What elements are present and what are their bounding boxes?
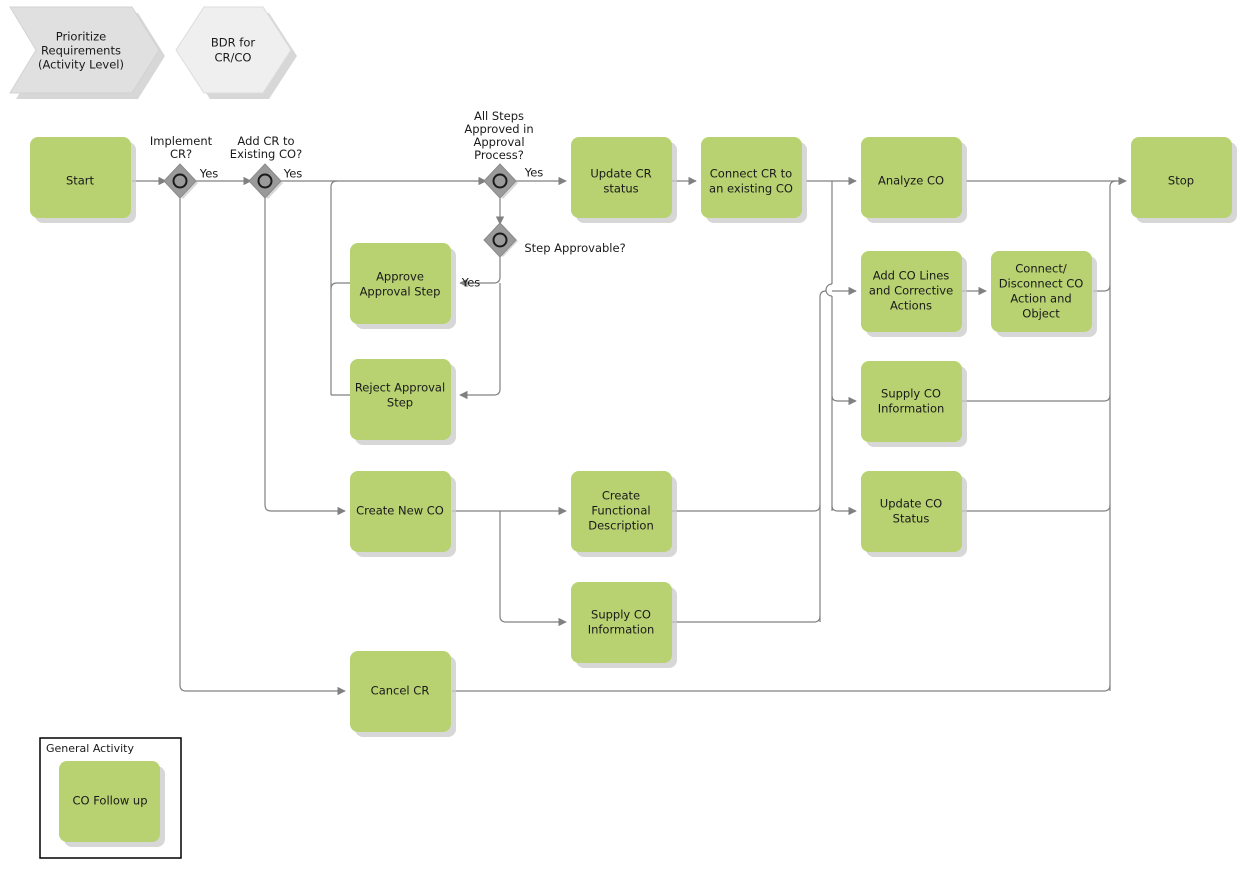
node-prioritize-requirements[interactable]: Prioritize Requirements (Activity Level) xyxy=(9,6,165,99)
gateway-implement-cr-line-1: CR? xyxy=(170,147,192,161)
node-reject-approval-step[interactable]: Reject Approval Step xyxy=(350,359,456,445)
gateway-add-cr-line-1: Existing CO? xyxy=(230,147,302,161)
flowchart-canvas: Prioritize Requirements (Activity Level)… xyxy=(0,0,1240,870)
edge-label-implement-cr-yes: Yes xyxy=(199,167,219,181)
gateway-implement-cr-line-0: Implement xyxy=(150,134,213,148)
node-update-cr-status[interactable]: Update CR status xyxy=(571,137,677,223)
node-create-new-co[interactable]: Create New CO xyxy=(350,471,456,557)
edge-approval-loopback-vertical xyxy=(330,180,338,395)
edge-distributor-to-update-co-status xyxy=(831,505,857,516)
edge-cancel-cr-to-right-collector xyxy=(452,684,1111,692)
node-update-co-status[interactable]: Update CO Status xyxy=(861,471,967,557)
gateway-all-steps-approved-line-3: Process? xyxy=(474,148,524,162)
legend: General Activity CO Follow up xyxy=(39,737,182,859)
node-stop[interactable]: Stop xyxy=(1131,137,1237,223)
gateway-step-approvable[interactable]: Step Approvable? xyxy=(483,222,626,258)
edge-step-approvable-no-to-reject xyxy=(459,283,501,400)
gateway-all-steps-approved-line-1: Approved in xyxy=(464,122,533,136)
edge-implement-cr-no-to-cancel-cr xyxy=(179,197,346,696)
edge-create-functional-desc-to-mid-collector xyxy=(671,504,821,512)
gateway-step-approvable-label: Step Approvable? xyxy=(524,241,625,255)
node-supply-co-information-mid[interactable]: Supply CO Information xyxy=(571,582,677,668)
edge-label-step-approvable-yes: Yes xyxy=(461,276,481,290)
edge-create-new-co-split-vertical xyxy=(499,511,567,627)
node-create-functional-description[interactable]: Create Functional Description xyxy=(571,471,677,557)
edge-update-co-status-to-collector xyxy=(961,504,1111,512)
node-start[interactable]: Start xyxy=(30,137,136,223)
edge-label-add-cr-yes: Yes xyxy=(283,167,303,181)
gateway-all-steps-approved[interactable]: All Steps Approved in Approval Process? xyxy=(464,109,534,199)
edge-right-collector-vertical xyxy=(1109,180,1117,691)
legend-caption: General Activity xyxy=(46,742,134,755)
edge-approve-to-loopback xyxy=(330,282,350,290)
node-connect-cr-to-existing-co[interactable]: Connect CR to an existing CO xyxy=(701,137,807,223)
edge-distributor-to-supply-co-info-right xyxy=(831,395,857,406)
edge-line-jump-arc xyxy=(825,283,833,297)
edge-label-all-steps-yes: Yes xyxy=(524,166,544,180)
node-approve-approval-step[interactable]: Approve Approval Step xyxy=(350,243,456,329)
edge-mid-collector-vertical xyxy=(819,290,827,622)
predecessor-shapes: Prioritize Requirements (Activity Level)… xyxy=(9,6,297,99)
gateway-add-cr-line-0: Add CR to xyxy=(237,134,294,148)
node-cancel-cr[interactable]: Cancel CR xyxy=(350,651,456,737)
edge-supply-co-info-right-to-collector xyxy=(961,394,1111,402)
gateway-all-steps-approved-line-0: All Steps xyxy=(474,109,524,123)
node-add-co-lines-and-corrective-actions[interactable]: Add CO Lines and Corrective Actions xyxy=(861,251,967,337)
task-layer: Start Update CR status Connect CR to an … xyxy=(30,137,1237,737)
node-connect-disconnect-co-action-and-object[interactable]: Connect/ Disconnect CO Action and Object xyxy=(991,251,1097,337)
gateway-layer: Implement CR? Add CR to Existing CO? All… xyxy=(150,109,626,258)
flowchart-svg: Prioritize Requirements (Activity Level)… xyxy=(9,6,1237,859)
node-bdr-for-cr-co[interactable]: BDR for CR/CO xyxy=(175,6,297,99)
node-supply-co-information-right[interactable]: Supply CO Information xyxy=(861,361,967,447)
edge-add-cr-no-to-create-new-co xyxy=(264,197,346,516)
gateway-all-steps-approved-line-2: Approval xyxy=(473,135,524,149)
node-analyze-co[interactable]: Analyze CO xyxy=(861,137,967,223)
edge-supply-co-info-mid-to-mid-collector xyxy=(671,615,821,623)
